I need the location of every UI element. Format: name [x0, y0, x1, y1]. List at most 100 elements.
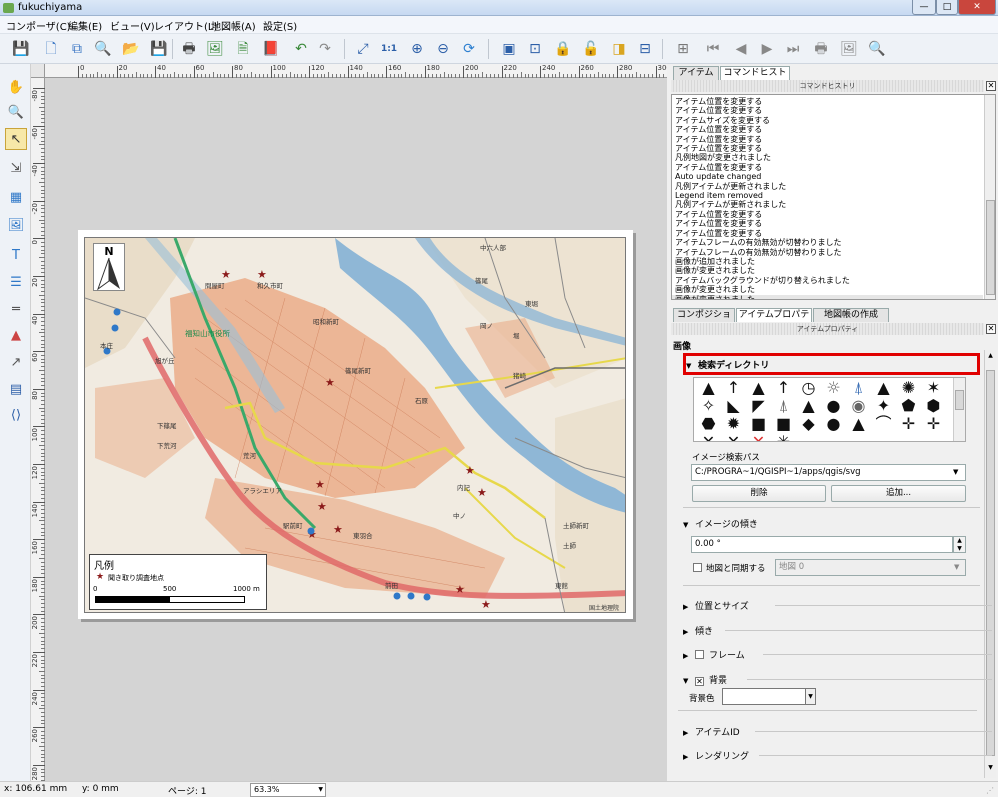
delete-button[interactable]: 削除 [692, 485, 826, 502]
raise-icon[interactable]: ◨ [608, 38, 630, 60]
resize-grip-icon[interactable]: ⋰ [986, 786, 994, 795]
svg-symbol-icon[interactable]: ✕ [721, 433, 746, 442]
svg-symbol-icon[interactable]: ▲ [746, 379, 771, 397]
legend-item[interactable]: 凡例 ★ 聞き取り調査地点 0 500 1000 m [89, 554, 267, 610]
north-arrow[interactable]: N [93, 243, 125, 291]
history-close-icon[interactable]: ✕ [986, 81, 996, 91]
svg-symbol-icon[interactable]: ✛ [896, 415, 921, 433]
export-image-icon[interactable]: 🖼 [204, 38, 226, 60]
tab-command-history[interactable]: コマンドヒストリ [720, 66, 790, 91]
background-section[interactable]: ▼ ✕ 背景 [683, 673, 992, 686]
history-list[interactable]: アイテム位置を変更する アイテム位置を変更する アイテムサイズを変更する アイテム位置… [671, 94, 996, 300]
item-id-section[interactable]: ▶ アイテムID [683, 725, 992, 738]
rotation-spinbox[interactable]: 0.00 ° [691, 536, 953, 553]
tab-atlas-generation[interactable]: 地図帳の作成 [813, 308, 889, 322]
svg-symbol-icon[interactable]: ✳ [771, 433, 796, 442]
history-entry[interactable]: アイテム位置を変更する [672, 135, 983, 144]
zoom-tool-icon[interactable]: 🔍 [5, 101, 27, 123]
history-entry[interactable]: Auto update changed [672, 172, 983, 181]
svg-symbol-icon[interactable]: ⌒ [871, 415, 896, 433]
svg-symbol-icon[interactable]: ● [821, 397, 846, 415]
atlas-export-icon[interactable]: 🖼 [838, 38, 860, 60]
group-icon[interactable]: ▣ [498, 38, 520, 60]
tab-composition[interactable]: コンポジション [673, 308, 735, 333]
previous-feature-icon[interactable]: ◀ [730, 38, 752, 60]
svg-symbol-icon[interactable]: ◷ [796, 379, 821, 397]
spinbox-arrows-icon[interactable]: ▲ ▼ [953, 536, 966, 553]
svg-symbol-icon[interactable]: ⍋ [846, 379, 871, 397]
bg-color-button[interactable] [722, 688, 816, 705]
svg-symbol-icon[interactable]: ✕ [746, 433, 771, 442]
add-attribute-table-icon[interactable]: ▤ [5, 378, 27, 400]
composer-page[interactable]: ★ ★ ★ ★ ★ ★ ★ ★ ★ ★ ★ 中六人部 篠尾 和久市町 問屋町 福知山市役所 東堀 昭和新町… [78, 230, 633, 619]
export-pdf-icon[interactable]: 📕 [260, 38, 282, 60]
zoom-combo[interactable]: 63.3% ▼ [250, 783, 326, 797]
svg-symbol-icon[interactable]: ▲ [796, 397, 821, 415]
svg-symbol-icon[interactable]: ◤ [746, 397, 771, 415]
add-map-icon[interactable]: ▦ [5, 186, 27, 208]
move-content-icon[interactable]: ⇲ [5, 157, 27, 179]
maximize-button[interactable]: □ [936, 0, 958, 15]
duplicate-composer-icon[interactable]: ⧉ [66, 38, 88, 60]
svg-symbol-icon[interactable]: ■ [746, 415, 771, 433]
minimize-button[interactable]: — [912, 0, 936, 15]
ungroup-icon[interactable]: ⊡ [524, 38, 546, 60]
svg-symbol-icon[interactable]: ▲ [696, 379, 721, 397]
add-html-icon[interactable]: ⟨⟩ [5, 404, 27, 426]
svg-symbol-icon[interactable]: ✺ [896, 379, 921, 397]
align-icon[interactable]: ⊟ [634, 38, 656, 60]
svg-symbol-icon[interactable]: ◆ [796, 415, 821, 433]
refresh-icon[interactable]: ⟳ [458, 38, 480, 60]
map-item[interactable]: ★ ★ ★ ★ ★ ★ ★ ★ ★ ★ ★ 中六人部 篠尾 和久市町 問屋町 福知山市役所 東堀 昭和新町… [84, 237, 626, 613]
lock-icon[interactable]: 🔒 [552, 38, 574, 60]
horizontal-ruler[interactable]: 0 20 40 60 80 100 120 140 160 180 200 220 240 260 280 3… [31, 64, 667, 78]
svg-symbol-icon[interactable]: ⍋ [771, 397, 796, 415]
bg-color-dropdown[interactable]: ▼ [805, 688, 816, 705]
image-search-path-combo[interactable]: C:/PROGRA~1/QGISPI~1/apps/qgis/svg [691, 464, 966, 481]
svg-symbol-icon[interactable]: ▲ [871, 379, 896, 397]
zoom-full-icon[interactable]: ⤢ [352, 38, 374, 60]
tab-item[interactable]: アイテム [673, 66, 719, 80]
sync-map-combo[interactable]: 地図 0 [775, 559, 966, 576]
svg-symbol-icon[interactable]: ◣ [721, 397, 746, 415]
history-entry[interactable]: 画像が変更されました [672, 294, 983, 299]
dropdown-arrow-icon[interactable]: ▼ [954, 563, 959, 571]
history-entry[interactable]: アイテムフレームの有効無効が切替わりました [672, 248, 983, 257]
svg-symbol-icon[interactable]: ◉ [846, 397, 871, 415]
select-move-item-icon[interactable]: ↖ [5, 128, 27, 150]
svg-symbol-icon[interactable]: ⬢ [921, 397, 946, 415]
history-entry[interactable]: アイテムバックグラウンドが切り替えられました [672, 276, 983, 285]
history-entry[interactable]: 画像が追加されました [672, 257, 983, 266]
svg-symbol-icon[interactable]: ✕ [696, 433, 721, 442]
history-entry[interactable]: 画像が変更されました [672, 285, 983, 294]
svg-symbol-icon[interactable]: ✛ [921, 415, 946, 433]
close-button[interactable]: ✕ [958, 0, 996, 15]
zoom-in-icon[interactable]: ⊕ [406, 38, 428, 60]
add-legend-icon[interactable]: ☰ [5, 271, 27, 293]
background-checkbox[interactable]: ✕ [695, 677, 704, 686]
history-entry[interactable]: アイテム位置を変更する [672, 229, 983, 238]
history-entry[interactable]: 画像が変更されました [672, 266, 983, 275]
print-icon[interactable]: 🖶 [178, 38, 200, 60]
history-entry[interactable]: アイテム位置を変更する [672, 210, 983, 219]
first-feature-icon[interactable]: ⏮ [702, 38, 724, 60]
svg-symbol-icon[interactable]: ▲ [846, 415, 871, 433]
rotation-section[interactable]: ▶ 傾き [683, 624, 992, 637]
rendering-section[interactable]: ▶ レンダリング [683, 749, 992, 762]
svg-symbol-icon[interactable]: ✦ [871, 397, 896, 415]
svg-symbol-icon[interactable]: ● [821, 415, 846, 433]
composer-manager-icon[interactable]: 🔍 [92, 38, 114, 60]
open-template-icon[interactable]: 📂 [120, 38, 142, 60]
menu-edit[interactable]: 編集(E) [64, 18, 106, 33]
menu-settings[interactable]: 設定(S) [259, 18, 301, 33]
menu-atlas[interactable]: 地図帳(A) [207, 18, 260, 33]
vertical-ruler[interactable]: -80 -60 -40 -20 0 20 40 60 80 100 120 140 160 180 200 2… [31, 78, 45, 781]
unlock-icon[interactable]: 🔓 [580, 38, 602, 60]
last-feature-icon[interactable]: ⏭ [782, 38, 804, 60]
new-composer-icon[interactable]: 🗋 [40, 38, 62, 60]
add-image-icon[interactable]: 🖼 [5, 214, 27, 236]
svg-symbol-icon[interactable]: ⬣ [696, 415, 721, 433]
dropdown-arrow-icon[interactable]: ▼ [953, 468, 958, 476]
svg-symbol-grid[interactable]: ▲ ↑ ▲ ↑ ◷ ☼ ⍋ ▲ ✺ ✶ ✧ ◣ ◤ ⍋ ▲ ● ◉ ✦ ⬟ ⬢ ⬣ ✹ ■ ■ ◆ ● ▲ ⌒ ✛ ✛ ✕ ✕ ✕ ✳ [693, 377, 966, 442]
history-entry[interactable]: アイテム位置を変更する [672, 219, 983, 228]
